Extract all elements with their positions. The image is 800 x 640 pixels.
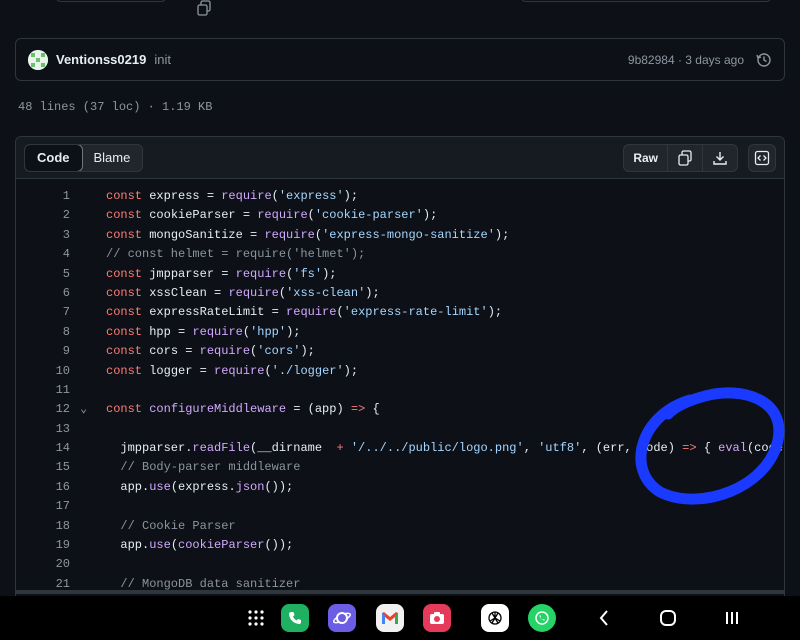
file-actions: Raw: [623, 144, 738, 172]
camera-icon[interactable]: [423, 604, 451, 632]
phone-icon[interactable]: [281, 604, 309, 632]
tab-code[interactable]: Code: [25, 144, 83, 171]
download-icon[interactable]: [703, 145, 737, 171]
code-line: 20: [55, 557, 70, 572]
gmail-icon[interactable]: [376, 604, 404, 632]
code-line: 13: [55, 421, 70, 436]
chatgpt-icon[interactable]: [481, 604, 509, 632]
code-line: 5 const jmpparser = require('fs');: [62, 266, 337, 281]
code-line: 9 const cors = require('cors');: [62, 344, 315, 359]
code-line: 10 const logger = require('./logger');: [55, 363, 359, 378]
samsung-internet-icon[interactable]: [328, 604, 356, 632]
code-line: 2 const cookieParser = require('cookie-pa…: [62, 208, 438, 223]
latest-commit-bar: Ventionss0219 init 9b82984 · 3 days ago: [15, 38, 785, 81]
branch-selector-stub[interactable]: [55, 0, 167, 2]
code-line: 14 jmpparser.readFile(__dirname + '/../.…: [55, 441, 784, 456]
code-line: 8 const hpp = require('hpp');: [62, 324, 301, 339]
recents-icon[interactable]: [718, 604, 746, 632]
code-view: 1 const express = require('express'); 2 co…: [16, 179, 784, 594]
file-info: 48 lines (37 loc) · 1.19 KB: [18, 100, 213, 114]
code-line: 16 app.use(express.json());: [55, 479, 294, 494]
copy-icon[interactable]: [668, 145, 703, 171]
raw-button[interactable]: Raw: [624, 145, 668, 171]
code-square-icon[interactable]: [748, 144, 776, 172]
code-line: 18 // Cookie Parser: [55, 518, 236, 533]
code-line: 1 const express = require('express');: [62, 189, 359, 203]
code-line: 17: [55, 499, 70, 514]
view-toggle: Code Blame: [24, 143, 144, 172]
home-icon[interactable]: [654, 604, 682, 632]
code-line: 12 ⌄ const configureMiddleware = (app) => …: [16, 400, 784, 419]
avatar[interactable]: [28, 49, 48, 70]
tab-blame[interactable]: Blame: [82, 145, 143, 171]
commit-author[interactable]: Ventionss0219: [56, 52, 146, 67]
whatsapp-icon[interactable]: [528, 604, 556, 632]
chevron-down-icon[interactable]: ⌄: [70, 400, 106, 419]
code-line: 4// const helmet = require('helmet');: [62, 247, 366, 262]
back-icon[interactable]: [590, 604, 618, 632]
code-line: 3 const mongoSanitize = require('express-…: [62, 227, 510, 242]
commit-message[interactable]: init: [154, 52, 628, 67]
code-line: 15 // Body-parser middleware: [55, 460, 301, 475]
code-line: 11: [55, 382, 70, 397]
copy-path-icon[interactable]: [196, 0, 212, 16]
code-line: 6 const xssClean = require('xss-clean');: [62, 285, 380, 300]
file-viewer: Code Blame Raw 1 const express = require(…: [15, 136, 785, 606]
code-line: 7 const expressRateLimit = require('expre…: [62, 305, 503, 320]
android-taskbar: [0, 596, 800, 640]
file-header: Code Blame Raw: [16, 137, 784, 179]
go-to-file-stub[interactable]: [520, 0, 772, 2]
horizontal-scrollbar[interactable]: [15, 590, 785, 594]
history-icon[interactable]: [756, 52, 772, 68]
commit-meta[interactable]: 9b82984 · 3 days ago: [628, 53, 744, 67]
code-line: 19 app.use(cookieParser());: [55, 538, 294, 553]
apps-grid-icon[interactable]: [242, 604, 270, 632]
